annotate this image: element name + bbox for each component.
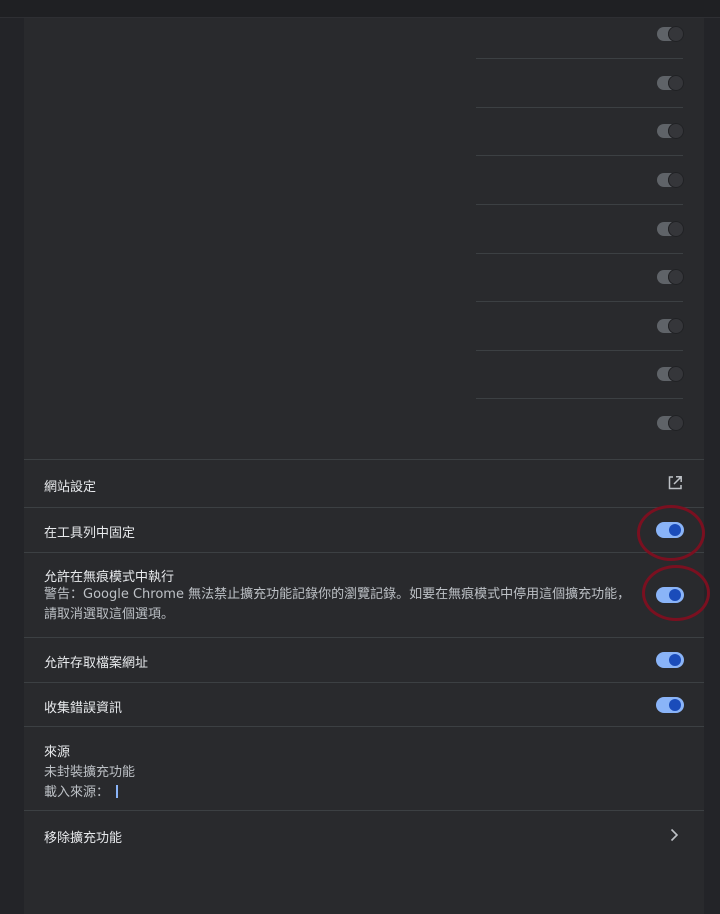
source-load-from-label: 載入來源： (44, 785, 110, 800)
remove-extension-row[interactable]: 移除擴充功能 (24, 810, 704, 859)
pin-toolbar-label: 在工具列中固定 (44, 526, 136, 541)
incognito-row: 允許在無痕模式中執行 警告：Google Chrome 無法禁止擴充功能記錄你的… (24, 552, 704, 637)
permission-row (476, 10, 684, 59)
permission-row (476, 302, 684, 351)
extension-details-card: 網站設定 在工具列中固定 允許在無痕模式中執行 警告：Google Chrome… (24, 18, 710, 914)
permission-toggle[interactable] (657, 123, 684, 139)
file-urls-label: 允許存取檔案網址 (44, 656, 149, 671)
permission-toggle[interactable] (657, 415, 684, 431)
annotation-circle (642, 565, 710, 621)
permission-toggle[interactable] (657, 26, 684, 42)
permission-toggle[interactable] (657, 318, 684, 334)
permission-row (476, 399, 684, 447)
open-in-new-icon[interactable] (667, 475, 683, 491)
remove-extension-label: 移除擴充功能 (44, 831, 123, 846)
permission-row (476, 350, 684, 399)
site-settings-row[interactable]: 網站設定 (24, 459, 704, 507)
file-urls-row: 允許存取檔案網址 (24, 637, 704, 682)
errors-row: 收集錯誤資訊 (24, 682, 704, 727)
source-path-link[interactable] (116, 785, 119, 798)
permission-row (476, 107, 684, 156)
permission-toggle[interactable] (657, 172, 684, 188)
incognito-label: 允許在無痕模式中執行 (44, 570, 175, 585)
permission-toggle[interactable] (657, 269, 684, 285)
permission-row (476, 156, 684, 205)
permission-toggle[interactable] (657, 75, 684, 91)
source-type: 未封裝擴充功能 (44, 765, 136, 780)
errors-toggle[interactable] (656, 697, 684, 713)
incognito-warning: 警告：Google Chrome 無法禁止擴充功能記錄你的瀏覽記錄。如要在無痕模… (44, 587, 631, 622)
pin-toolbar-row: 在工具列中固定 (24, 507, 704, 552)
source-title: 來源 (44, 745, 71, 760)
permission-row (476, 253, 684, 302)
permission-row (476, 59, 684, 108)
file-urls-toggle[interactable] (656, 652, 684, 668)
permission-toggle[interactable] (657, 221, 684, 237)
left-gutter (0, 18, 24, 914)
chevron-right-icon (670, 828, 679, 842)
annotation-circle (637, 505, 705, 561)
source-load-from: 載入來源： (44, 781, 119, 800)
errors-label: 收集錯誤資訊 (44, 701, 123, 716)
source-section: 來源 未封裝擴充功能 載入來源： (24, 726, 704, 810)
site-settings-label: 網站設定 (44, 480, 97, 495)
right-gutter (704, 18, 720, 914)
permission-toggle[interactable] (657, 366, 684, 382)
permission-row (476, 205, 684, 254)
